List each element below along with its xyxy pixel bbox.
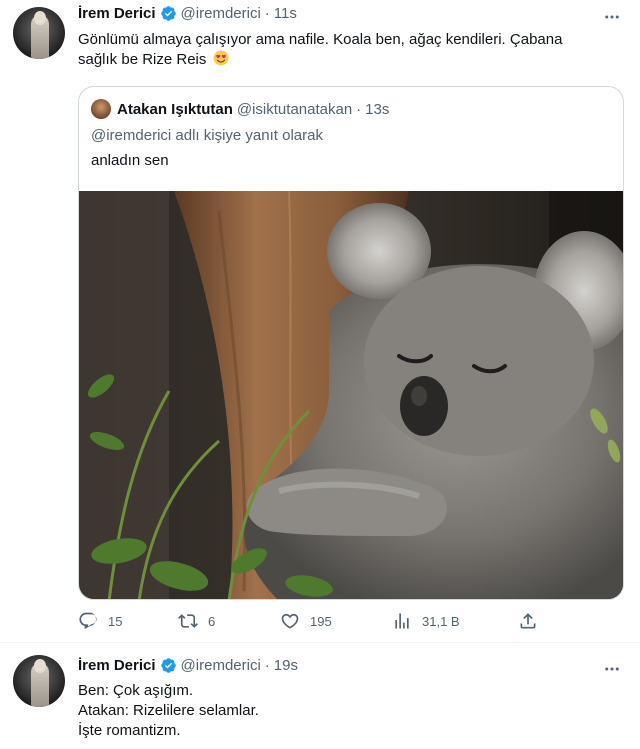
retweet-count: 6 <box>208 613 216 629</box>
tweet[interactable]: İrem Derici @iremderici · 11s Gönlümü al… <box>0 0 640 642</box>
share-icon <box>520 613 536 629</box>
tweet-header: İrem Derici @iremderici · 11s <box>78 5 297 22</box>
avatar[interactable] <box>13 655 65 707</box>
quoted-author-name: Atakan Işıktutan <box>117 100 233 118</box>
author-handle[interactable]: @iremderici <box>181 657 261 674</box>
tweet[interactable]: İrem Derici @iremderici · 19s Ben: Çok a… <box>0 643 640 749</box>
tweet-text-line: sağlık be Rize Reis <box>78 51 207 68</box>
tweet-text-line: Gönlümü almaya çalışıyor ama nafile. Koa… <box>78 31 563 48</box>
tweet-text: Gönlümü almaya çalışıyor ama nafile. Koa… <box>78 30 623 70</box>
heart-eyes-emoji-icon <box>213 50 229 66</box>
author-name[interactable]: İrem Derici <box>78 657 156 674</box>
separator-dot: · <box>356 100 362 118</box>
tweet-actions: 15 6 195 31,1 B <box>78 607 548 635</box>
timestamp[interactable]: 11s <box>274 5 297 22</box>
quoted-tweet-text: anladın sen <box>91 152 169 169</box>
more-options-icon[interactable] <box>602 659 622 679</box>
quoted-tweet-header: Atakan Işıktutan @isiktutanatakan · 13s <box>91 99 389 119</box>
reply-button[interactable]: 15 <box>78 607 122 635</box>
views-button[interactable]: 31,1 B <box>392 607 460 635</box>
quoted-author-handle: @isiktutanatakan <box>236 100 353 118</box>
author-handle[interactable]: @iremderici <box>181 5 261 22</box>
heart-icon <box>281 613 299 629</box>
retweet-icon <box>178 614 198 628</box>
more-options-icon[interactable] <box>602 7 622 27</box>
like-button[interactable]: 195 <box>280 607 332 635</box>
tweet-text-line: Atakan: Rizelilere selamlar. <box>78 702 259 719</box>
views-count: 31,1 B <box>422 613 460 629</box>
author-name[interactable]: İrem Derici <box>78 5 156 22</box>
retweet-button[interactable]: 6 <box>178 607 215 635</box>
tweet-text: Ben: Çok aşığım. Atakan: Rizelilere sela… <box>78 681 623 741</box>
quoted-timestamp: 13s <box>365 100 390 118</box>
share-button[interactable] <box>518 607 548 635</box>
timestamp[interactable]: 19s <box>274 657 298 674</box>
verified-badge-icon <box>160 6 176 21</box>
tweet-text-line: Ben: Çok aşığım. <box>78 682 194 699</box>
separator-dot: · <box>264 5 270 22</box>
verified-badge-icon <box>160 658 176 673</box>
views-chart-icon <box>395 613 409 629</box>
separator-dot: · <box>264 657 270 674</box>
avatar[interactable] <box>13 7 65 59</box>
quoted-avatar <box>91 99 111 119</box>
quoted-tweet[interactable]: Atakan Işıktutan @isiktutanatakan · 13s … <box>78 86 624 600</box>
reply-icon <box>79 612 97 629</box>
tweet-text-line: İşte romantizm. <box>78 722 181 739</box>
koala-hugging-tree-photo[interactable] <box>79 191 624 600</box>
reply-context: @iremderici adlı kişiye yanıt olarak <box>91 127 323 144</box>
reply-count: 15 <box>108 613 123 629</box>
tweet-header: İrem Derici @iremderici · 19s <box>78 657 298 674</box>
like-count: 195 <box>310 613 332 629</box>
